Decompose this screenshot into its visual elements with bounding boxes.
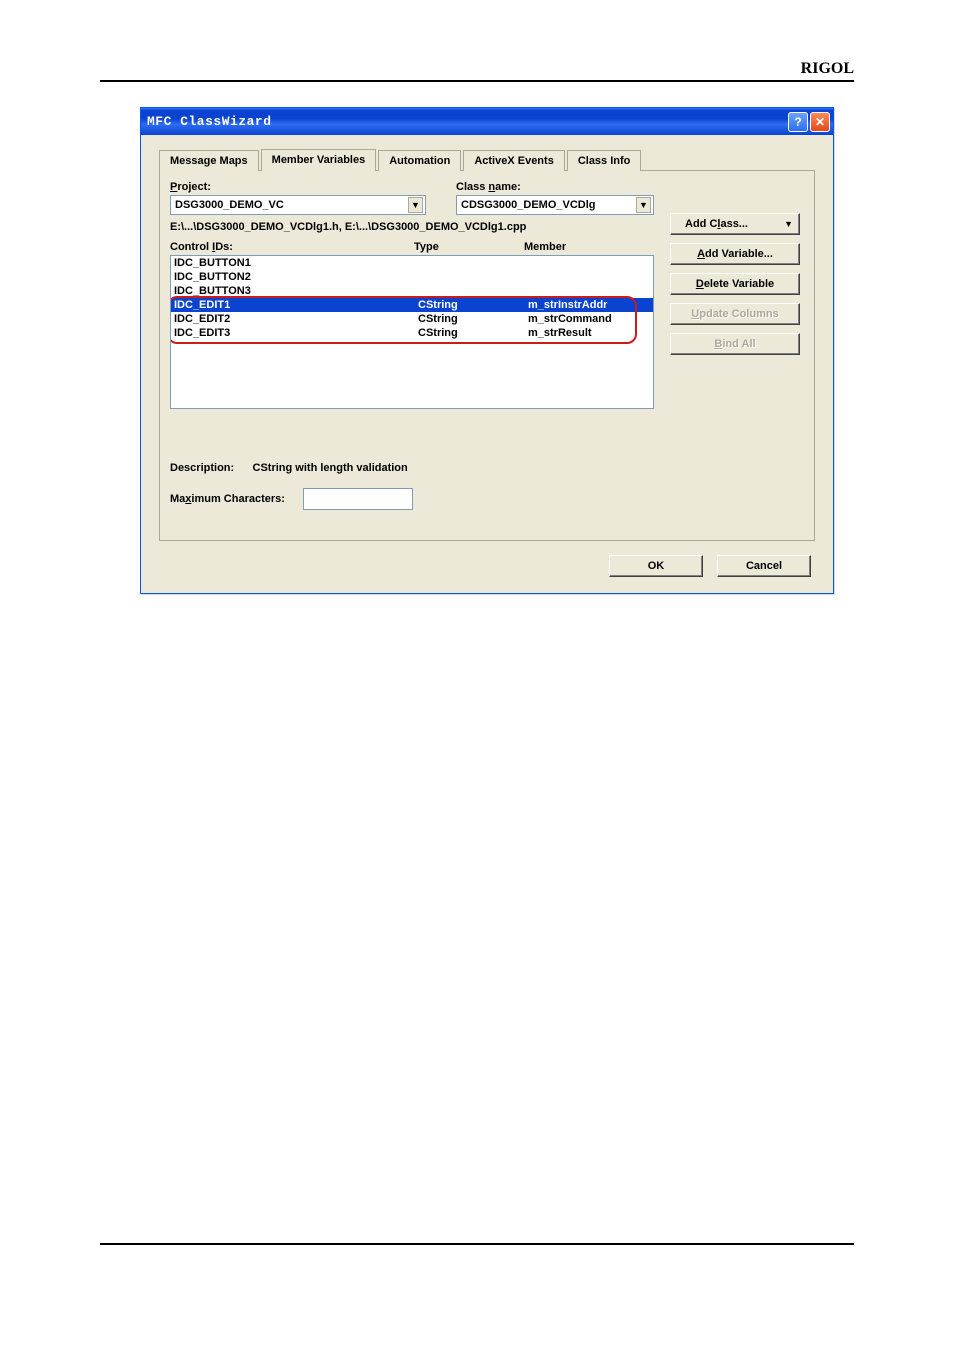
delete-variable-button[interactable]: Delete Variable <box>670 273 800 295</box>
maxchar-row: Maximum Characters: <box>170 488 413 510</box>
maxchar-label: Maximum Characters: <box>170 493 285 505</box>
classwizard-window: MFC ClassWizard ? ✕ Message Maps Member … <box>140 107 834 594</box>
brand-label: RIGOL <box>801 60 854 77</box>
list-cell-type <box>418 270 528 284</box>
file-path-label: E:\...\DSG3000_DEMO_VCDlg1.h, E:\...\DSG… <box>170 221 654 233</box>
classname-label: Class name: <box>456 181 654 193</box>
list-cell-member <box>528 270 650 284</box>
chevron-down-icon[interactable]: ▼ <box>408 197 423 213</box>
side-button-bar: Add Class... ▼ Add Variable... Delete Va… <box>670 213 800 355</box>
description-value: CString with length validation <box>253 462 408 474</box>
type-header: Type <box>414 241 524 253</box>
description-row: Description: CString with length validat… <box>170 462 408 474</box>
member-header: Member <box>524 241 654 253</box>
titlebar-controls: ? ✕ <box>788 112 830 132</box>
list-cell-member <box>528 256 650 270</box>
project-combo[interactable]: DSG3000_DEMO_VC ▼ <box>170 195 426 215</box>
ok-button[interactable]: OK <box>609 555 703 577</box>
chevron-down-icon[interactable]: ▼ <box>636 197 651 213</box>
description-label: Description: <box>170 462 234 474</box>
list-cell-id: IDC_BUTTON2 <box>174 270 418 284</box>
control-ids-label: Control IDs: <box>170 241 414 253</box>
page-footer <box>100 1243 854 1245</box>
list-cell-id: IDC_BUTTON1 <box>174 256 418 270</box>
chevron-down-icon: ▼ <box>784 219 793 229</box>
add-variable-button[interactable]: Add Variable... <box>670 243 800 265</box>
cancel-button[interactable]: Cancel <box>717 555 811 577</box>
window-title: MFC ClassWizard <box>147 114 272 129</box>
tab-strip: Message Maps Member Variables Automation… <box>159 149 815 171</box>
tab-member-variables[interactable]: Member Variables <box>261 149 377 170</box>
list-header: Control IDs: Type Member <box>170 241 654 253</box>
tab-message-maps[interactable]: Message Maps <box>159 150 259 171</box>
list-cell-type <box>418 256 528 270</box>
maxchar-input[interactable] <box>303 488 413 510</box>
close-icon[interactable]: ✕ <box>810 112 830 132</box>
classname-value: CDSG3000_DEMO_VCDlg <box>461 199 596 211</box>
list-item[interactable]: IDC_BUTTON2 <box>171 270 653 284</box>
controls-listbox[interactable]: IDC_BUTTON1 IDC_BUTTON2 IDC_BUTTON3 <box>170 255 654 409</box>
page-header: RIGOL <box>100 60 854 82</box>
tab-automation[interactable]: Automation <box>378 150 461 171</box>
annotation-oval <box>170 296 637 344</box>
update-columns-button: Update Columns <box>670 303 800 325</box>
tab-activex-events[interactable]: ActiveX Events <box>463 150 564 171</box>
bind-all-button: Bind All <box>670 333 800 355</box>
project-value: DSG3000_DEMO_VC <box>175 199 284 211</box>
bottom-button-bar: OK Cancel <box>149 551 825 585</box>
help-icon[interactable]: ? <box>788 112 808 132</box>
classname-combo[interactable]: CDSG3000_DEMO_VCDlg ▼ <box>456 195 654 215</box>
window-titlebar[interactable]: MFC ClassWizard ? ✕ <box>141 108 833 135</box>
window-body: Message Maps Member Variables Automation… <box>141 135 833 593</box>
project-label: Project: <box>170 181 426 193</box>
list-item[interactable]: IDC_BUTTON1 <box>171 256 653 270</box>
panel-member-variables: Project: DSG3000_DEMO_VC ▼ Class name: <box>159 171 815 541</box>
tab-class-info[interactable]: Class Info <box>567 150 642 171</box>
add-class-button[interactable]: Add Class... ▼ <box>670 213 800 235</box>
